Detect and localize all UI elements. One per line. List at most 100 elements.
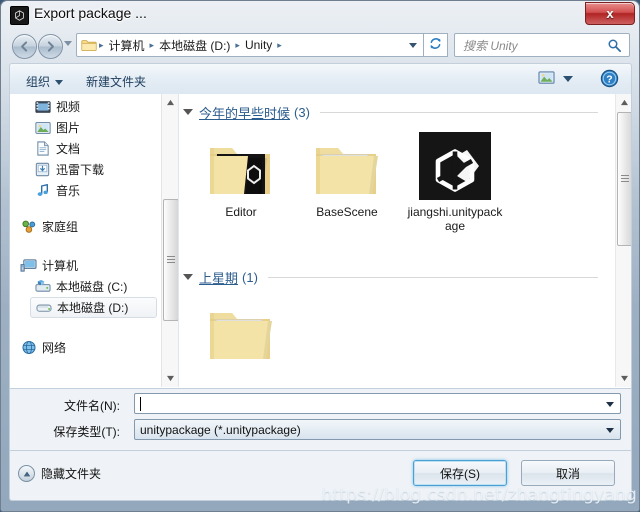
close-icon: x	[606, 6, 614, 21]
sidebar-item-label: 本地磁盘 (C:)	[56, 280, 128, 294]
sidebar-item-1[interactable]: 视频	[30, 96, 157, 117]
unity-icon	[10, 6, 29, 25]
file-item[interactable]: Editor	[191, 124, 291, 219]
sidebar-item-8[interactable]: 本地磁盘 (C:)	[30, 276, 157, 297]
address-bar[interactable]: ▸ 计算机 ▸ 本地磁盘 (D:) ▸ Unity ▸	[76, 33, 424, 57]
sidebar-item-label: 网络	[42, 341, 67, 355]
file-list-scroll-up-button[interactable]	[616, 94, 631, 111]
sidebar-item-4[interactable]: 迅雷下载	[30, 159, 157, 180]
search-input[interactable]: 搜索 Unity	[454, 33, 630, 57]
save-button[interactable]: 保存(S)	[413, 460, 507, 486]
history-dropdown-icon[interactable]	[64, 41, 72, 46]
file-group-header[interactable]: 今年的早些时候 (3)	[179, 102, 604, 122]
chevron-down-icon[interactable]	[606, 402, 614, 407]
sidebar-item-label: 文档	[56, 142, 81, 156]
form-area: 文件名(N): 保存类型(T): unitypackage (*.unitypa…	[9, 389, 632, 451]
export-package-dialog: Export package ... x ▸ 计算机 ▸ 本地磁盘 (D:) ▸…	[0, 0, 640, 512]
file-list-scroll-down-button[interactable]	[616, 370, 631, 387]
file-item[interactable]: BaseScene	[297, 124, 397, 219]
filetype-select[interactable]: unitypackage (*.unitypackage)	[134, 419, 621, 440]
navigation-sidebar: 视频图片文档迅雷下载音乐家庭组计算机本地磁盘 (C:) 本地磁盘 (D:) 网络	[10, 94, 161, 387]
forward-arrow-icon	[44, 40, 57, 53]
sidebar-item-7[interactable]: 计算机	[16, 255, 157, 276]
chevron-down-icon[interactable]	[409, 43, 417, 48]
new-folder-button[interactable]: 新建文件夹	[82, 71, 150, 92]
sidebar-item-5[interactable]: 音乐	[30, 180, 157, 201]
navigation-bar: ▸ 计算机 ▸ 本地磁盘 (D:) ▸ Unity ▸ 搜索 Unity	[2, 30, 638, 62]
folder-icon	[297, 124, 397, 202]
file-item[interactable]	[191, 289, 291, 370]
filename-input[interactable]	[134, 393, 621, 414]
sidebar-item-9[interactable]: 本地磁盘 (D:)	[30, 297, 157, 318]
folder-icon	[81, 38, 97, 52]
forward-button[interactable]	[38, 34, 63, 59]
refresh-button[interactable]	[424, 33, 448, 57]
file-item-label: jiangshi.unitypackage	[407, 205, 503, 233]
title-bar: Export package ... x	[1, 1, 639, 30]
text-cursor	[140, 397, 141, 411]
folder-unity-icon	[191, 124, 291, 202]
filetype-label: 保存类型(T):	[53, 425, 120, 439]
help-button[interactable]: ?	[600, 69, 619, 88]
computer-icon	[20, 258, 37, 274]
scrollbar-grip-icon	[621, 175, 629, 183]
view-options-button[interactable]	[538, 70, 573, 88]
group-divider	[319, 111, 598, 113]
breadcrumb-item-drive-d[interactable]: 本地磁盘 (D:)	[156, 35, 233, 56]
sidebar-item-10[interactable]: 网络	[16, 337, 157, 358]
pictures-icon	[34, 120, 51, 136]
group-divider	[267, 276, 598, 278]
back-button[interactable]	[12, 34, 37, 59]
network-icon	[20, 340, 37, 356]
music-icon	[34, 183, 51, 199]
search-icon	[607, 38, 622, 56]
breadcrumb-separator: ▸	[235, 39, 240, 50]
file-group-header[interactable]: 上星期 (1)	[179, 267, 604, 287]
sidebar-item-label: 家庭组	[42, 220, 79, 234]
sidebar-item-3[interactable]: 文档	[30, 138, 157, 159]
sidebar-item-2[interactable]: 图片	[30, 117, 157, 138]
file-list-pane: 今年的早些时候 (3) Editor BaseScene jiangshi.unityp…	[179, 94, 615, 387]
close-button[interactable]: x	[585, 2, 635, 25]
sidebar-item-label: 本地磁盘 (D:)	[57, 301, 129, 315]
chevron-down-icon[interactable]	[606, 428, 614, 433]
breadcrumb-separator: ▸	[149, 39, 155, 50]
breadcrumb-separator: ▸	[99, 39, 104, 50]
drive-icon	[35, 300, 52, 316]
sidebar-item-label: 图片	[56, 121, 81, 135]
folder-icon	[191, 289, 291, 367]
cancel-button[interactable]: 取消	[521, 460, 615, 486]
view-thumbnail-icon	[538, 70, 555, 88]
back-arrow-icon	[18, 40, 31, 53]
help-icon: ?	[600, 69, 619, 91]
hide-folders-label: 隐藏文件夹	[41, 467, 102, 481]
organize-label: 组织	[26, 75, 51, 89]
hide-folders-button[interactable]: 隐藏文件夹	[18, 465, 101, 482]
chevron-up-circle-icon	[18, 465, 35, 482]
sidebar-item-label: 视频	[56, 100, 81, 114]
group-label[interactable]: 上星期	[199, 268, 238, 287]
search-placeholder: 搜索 Unity	[463, 38, 518, 53]
breadcrumb-separator: ▸	[277, 39, 282, 50]
sidebar-item-6[interactable]: 家庭组	[16, 216, 157, 237]
file-item-label: BaseScene	[316, 205, 378, 219]
group-collapse-icon[interactable]	[183, 274, 193, 280]
sidebar-item-label: 迅雷下载	[56, 163, 105, 177]
filename-label: 文件名(N):	[64, 399, 120, 413]
sidebar-scroll-up-button[interactable]	[162, 94, 178, 111]
breadcrumb-item-computer[interactable]: 计算机	[106, 35, 148, 56]
sidebar-scroll-down-button[interactable]	[162, 370, 178, 387]
organize-menu-button[interactable]: 组织	[22, 71, 67, 92]
breadcrumb-item-unity[interactable]: Unity	[242, 36, 275, 54]
group-count: (1)	[242, 269, 258, 285]
group-count: (3)	[294, 104, 310, 120]
sidebar-scrollbar[interactable]	[161, 94, 179, 387]
file-list-scrollbar-thumb[interactable]	[617, 112, 631, 246]
filetype-value: unitypackage (*.unitypackage)	[140, 422, 301, 437]
group-collapse-icon[interactable]	[183, 109, 193, 115]
sidebar-item-label: 计算机	[42, 259, 79, 273]
group-label[interactable]: 今年的早些时候	[199, 103, 290, 122]
file-item[interactable]: jiangshi.unitypackage	[405, 124, 505, 233]
file-list-scrollbar[interactable]	[615, 94, 631, 387]
sidebar-scrollbar-thumb[interactable]	[163, 199, 179, 321]
